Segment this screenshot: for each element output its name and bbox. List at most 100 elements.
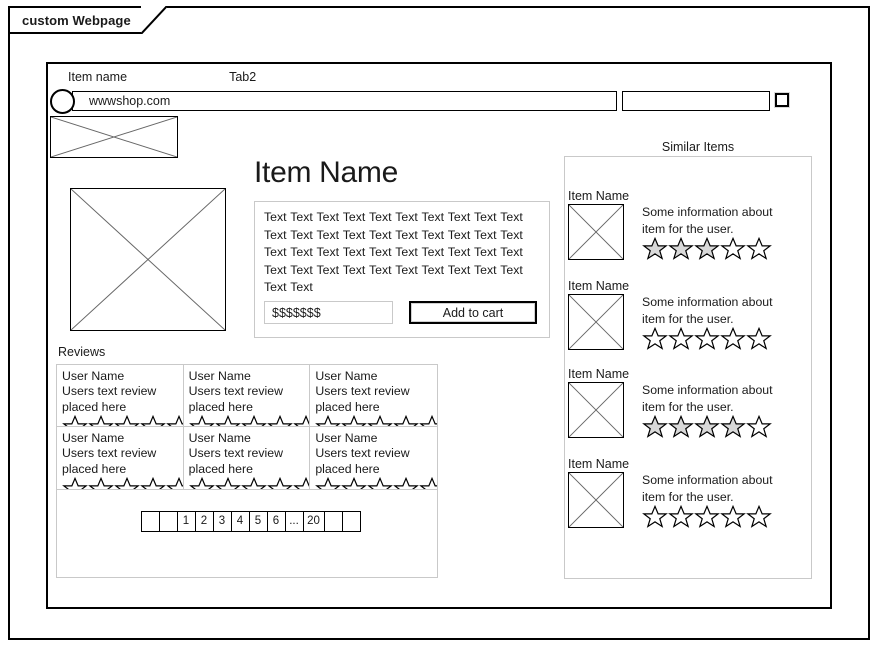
pagination-cell-blank[interactable] <box>141 511 160 532</box>
browser-tab-item-name[interactable]: Item name <box>62 70 133 84</box>
review-star-icon[interactable] <box>114 414 140 427</box>
pagination-cell-5[interactable]: 5 <box>249 511 268 532</box>
similar-star-icon[interactable] <box>642 504 668 530</box>
review-star-icon[interactable] <box>341 414 367 427</box>
review-star-icon[interactable] <box>166 414 184 427</box>
similar-star-icon[interactable] <box>694 414 720 440</box>
review-user-name: User Name <box>62 431 178 446</box>
review-card[interactable]: User NameUsers text review placed here <box>310 427 437 490</box>
similar-item[interactable]: Item NameSome information about item for… <box>565 189 794 262</box>
pagination-cell-1[interactable]: 1 <box>177 511 196 532</box>
browser-tab-tab2[interactable]: Tab2 <box>223 70 262 84</box>
review-star-icon[interactable] <box>189 476 215 490</box>
review-star-icon[interactable] <box>189 414 215 427</box>
review-star-icon[interactable] <box>215 414 241 427</box>
review-star-icon[interactable] <box>267 414 293 427</box>
add-to-cart-label: Add to cart <box>443 306 503 320</box>
add-to-cart-button[interactable]: Add to cart <box>409 301 537 324</box>
pagination: 123456...20 <box>141 511 360 532</box>
review-star-icon[interactable] <box>166 476 184 490</box>
review-star-icon[interactable] <box>140 476 166 490</box>
price-value: $$$$$$$ <box>272 306 321 320</box>
pagination-cell-3[interactable]: 3 <box>213 511 232 532</box>
similar-star-icon[interactable] <box>694 504 720 530</box>
similar-item-name: Item Name <box>568 457 794 471</box>
pagination-cell-blank[interactable] <box>324 511 343 532</box>
review-star-icon[interactable] <box>114 476 140 490</box>
similar-star-icon[interactable] <box>720 504 746 530</box>
review-rating[interactable] <box>315 414 432 427</box>
similar-star-icon[interactable] <box>746 504 772 530</box>
frame-label-tab: custom Webpage <box>8 6 167 34</box>
similar-star-icon[interactable] <box>642 326 668 352</box>
similar-star-icon[interactable] <box>746 326 772 352</box>
review-rating[interactable] <box>315 476 432 490</box>
similar-item[interactable]: Item NameSome information about item for… <box>565 279 794 352</box>
pagination-cell-...[interactable]: ... <box>285 511 304 532</box>
review-star-icon[interactable] <box>393 476 419 490</box>
browser-window: Item name Tab2 wwwshop.com Item Name T <box>46 62 832 609</box>
review-rating[interactable] <box>189 414 305 427</box>
similar-item[interactable]: Item NameSome information about item for… <box>565 457 794 530</box>
review-rating[interactable] <box>62 414 178 427</box>
review-star-icon[interactable] <box>341 476 367 490</box>
pagination-cell-blank[interactable] <box>342 511 361 532</box>
circle-icon[interactable] <box>50 89 75 114</box>
similar-star-icon[interactable] <box>642 236 668 262</box>
review-rating[interactable] <box>62 476 178 490</box>
review-star-icon[interactable] <box>293 414 311 427</box>
review-star-icon[interactable] <box>315 476 341 490</box>
similar-star-icon[interactable] <box>668 236 694 262</box>
pagination-cell-4[interactable]: 4 <box>231 511 250 532</box>
similar-star-icon[interactable] <box>746 414 772 440</box>
reviews-panel: User NameUsers text review placed hereUs… <box>56 364 438 578</box>
similar-item-info: Some information about item for the user… <box>642 204 794 237</box>
similar-star-icon[interactable] <box>694 326 720 352</box>
review-star-icon[interactable] <box>393 414 419 427</box>
review-star-icon[interactable] <box>315 414 341 427</box>
pagination-cell-20[interactable]: 20 <box>303 511 325 532</box>
review-star-icon[interactable] <box>367 414 393 427</box>
similar-star-icon[interactable] <box>720 236 746 262</box>
similar-star-icon[interactable] <box>642 414 668 440</box>
review-star-icon[interactable] <box>241 476 267 490</box>
review-star-icon[interactable] <box>215 476 241 490</box>
address-input[interactable]: wwwshop.com <box>72 91 617 111</box>
review-star-icon[interactable] <box>293 476 311 490</box>
review-star-icon[interactable] <box>62 476 88 490</box>
similar-item-rating[interactable] <box>642 326 794 352</box>
review-card[interactable]: User NameUsers text review placed here <box>310 365 437 427</box>
pagination-cell-6[interactable]: 6 <box>267 511 286 532</box>
price-field[interactable]: $$$$$$$ <box>264 301 393 324</box>
review-star-icon[interactable] <box>267 476 293 490</box>
review-card[interactable]: User NameUsers text review placed here <box>57 427 184 490</box>
similar-item-rating[interactable] <box>642 236 794 262</box>
review-star-icon[interactable] <box>419 476 437 490</box>
search-input[interactable] <box>622 91 770 111</box>
similar-star-icon[interactable] <box>668 414 694 440</box>
review-star-icon[interactable] <box>241 414 267 427</box>
review-card[interactable]: User NameUsers text review placed here <box>57 365 184 427</box>
similar-star-icon[interactable] <box>746 236 772 262</box>
similar-item[interactable]: Item NameSome information about item for… <box>565 367 794 440</box>
review-star-icon[interactable] <box>140 414 166 427</box>
review-star-icon[interactable] <box>62 414 88 427</box>
pagination-cell-2[interactable]: 2 <box>195 511 214 532</box>
browser-tab-label: Item name <box>68 70 127 84</box>
review-rating[interactable] <box>189 476 305 490</box>
review-card[interactable]: User NameUsers text review placed here <box>184 427 311 490</box>
review-star-icon[interactable] <box>88 476 114 490</box>
similar-star-icon[interactable] <box>668 326 694 352</box>
pagination-cell-blank[interactable] <box>159 511 178 532</box>
similar-star-icon[interactable] <box>720 414 746 440</box>
review-star-icon[interactable] <box>88 414 114 427</box>
similar-item-rating[interactable] <box>642 504 794 530</box>
similar-star-icon[interactable] <box>694 236 720 262</box>
review-star-icon[interactable] <box>367 476 393 490</box>
similar-star-icon[interactable] <box>668 504 694 530</box>
square-icon[interactable] <box>775 93 789 107</box>
similar-star-icon[interactable] <box>720 326 746 352</box>
review-card[interactable]: User NameUsers text review placed here <box>184 365 311 427</box>
review-star-icon[interactable] <box>419 414 437 427</box>
similar-item-rating[interactable] <box>642 414 794 440</box>
